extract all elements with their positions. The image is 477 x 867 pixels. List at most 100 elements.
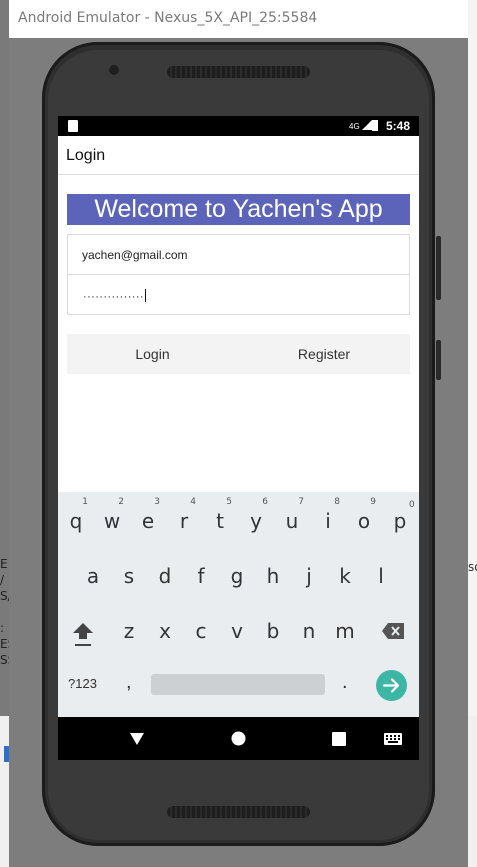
key-i[interactable]: i8 bbox=[311, 497, 345, 543]
key-x[interactable]: x bbox=[148, 609, 182, 653]
key-w-hint: 2 bbox=[118, 497, 124, 507]
key-e[interactable]: e3 bbox=[131, 497, 165, 543]
backspace-key[interactable] bbox=[381, 622, 405, 645]
recents-square-icon bbox=[332, 731, 346, 746]
key-w-label: w bbox=[103, 509, 121, 533]
key-o[interactable]: o9 bbox=[347, 497, 381, 543]
key-m-label: m bbox=[335, 619, 355, 643]
key-p-label: p bbox=[393, 509, 407, 533]
key-g[interactable]: g bbox=[220, 554, 254, 598]
back-nav-button[interactable] bbox=[118, 717, 156, 760]
key-o-hint: 9 bbox=[370, 497, 376, 507]
soft-keyboard: q1w2e3r4t5y6u7i8o9p0 asdfghjkl zxcvbnm ?… bbox=[58, 492, 419, 717]
key-u-hint: 7 bbox=[298, 497, 304, 507]
key-v[interactable]: v bbox=[220, 609, 254, 653]
key-m[interactable]: m bbox=[328, 609, 362, 653]
key-f-label: f bbox=[197, 564, 205, 588]
key-a[interactable]: a bbox=[76, 554, 110, 598]
key-t[interactable]: t5 bbox=[203, 497, 237, 543]
key-u[interactable]: u7 bbox=[275, 497, 309, 543]
key-f[interactable]: f bbox=[184, 554, 218, 598]
login-button[interactable]: Login bbox=[67, 334, 238, 374]
app-bar: Login bbox=[58, 136, 419, 175]
password-field[interactable]: ··············· bbox=[67, 274, 410, 315]
key-c[interactable]: c bbox=[184, 609, 218, 653]
key-l-label: l bbox=[378, 564, 384, 588]
key-z[interactable]: z bbox=[112, 609, 146, 653]
symbols-key[interactable]: ?123 bbox=[68, 674, 97, 694]
home-nav-button[interactable] bbox=[219, 717, 257, 760]
email-input[interactable] bbox=[68, 235, 409, 274]
key-q-hint: 1 bbox=[82, 497, 88, 507]
email-field[interactable] bbox=[67, 234, 410, 275]
key-i-label: i bbox=[325, 509, 331, 533]
key-b[interactable]: b bbox=[256, 609, 290, 653]
background-text-fragment: so bbox=[468, 560, 477, 574]
recents-nav-button[interactable] bbox=[320, 717, 358, 760]
key-d[interactable]: d bbox=[148, 554, 182, 598]
backspace-icon bbox=[382, 623, 404, 639]
space-bar[interactable] bbox=[151, 674, 325, 695]
key-b-label: b bbox=[266, 619, 280, 643]
battery-icon bbox=[372, 120, 378, 131]
password-input[interactable]: ··············· bbox=[83, 289, 146, 303]
key-s[interactable]: s bbox=[112, 554, 146, 598]
key-w[interactable]: w2 bbox=[95, 497, 129, 543]
power-button bbox=[436, 340, 441, 380]
keyboard-switch-button[interactable] bbox=[374, 717, 412, 760]
key-h[interactable]: h bbox=[256, 554, 290, 598]
period-key[interactable]: . bbox=[342, 671, 348, 694]
network-signal-icon: 4G bbox=[349, 120, 372, 131]
key-k-label: k bbox=[339, 564, 351, 588]
key-x-label: x bbox=[159, 619, 171, 643]
key-v-label: v bbox=[231, 619, 243, 643]
back-triangle-icon bbox=[130, 732, 144, 745]
key-a-label: a bbox=[86, 564, 100, 588]
key-c-label: c bbox=[195, 619, 207, 643]
comma-key[interactable]: , bbox=[126, 671, 132, 694]
key-r-label: r bbox=[179, 509, 189, 533]
top-speaker-grille bbox=[167, 66, 310, 78]
volume-button bbox=[436, 236, 441, 300]
sd-card-icon bbox=[68, 120, 78, 132]
emulator-title-bar: Android Emulator - Nexus_5X_API_25:5584 bbox=[9, 0, 468, 39]
shift-key[interactable] bbox=[72, 621, 94, 652]
key-n-label: n bbox=[302, 619, 316, 643]
key-u-label: u bbox=[285, 509, 299, 533]
key-r-hint: 4 bbox=[190, 497, 196, 507]
key-t-label: t bbox=[216, 509, 224, 533]
enter-key[interactable] bbox=[376, 670, 407, 701]
arrow-right-icon bbox=[382, 678, 400, 693]
status-bar: 4G 5:48 bbox=[58, 116, 419, 136]
key-n[interactable]: n bbox=[292, 609, 326, 653]
key-i-hint: 8 bbox=[334, 497, 340, 507]
navigation-bar bbox=[58, 717, 419, 760]
window-title: Android Emulator - Nexus_5X_API_25:5584 bbox=[18, 10, 318, 26]
key-q[interactable]: q1 bbox=[59, 497, 93, 543]
key-o-label: o bbox=[357, 509, 371, 533]
key-e-label: e bbox=[141, 509, 155, 533]
key-l[interactable]: l bbox=[364, 554, 398, 598]
front-camera bbox=[109, 65, 119, 75]
button-row: Login Register bbox=[67, 334, 410, 374]
page-title: Login bbox=[66, 147, 106, 164]
keyboard-icon bbox=[384, 732, 402, 745]
key-s-label: s bbox=[123, 564, 135, 588]
key-h-label: h bbox=[266, 564, 280, 588]
key-y[interactable]: y6 bbox=[239, 497, 273, 543]
key-j-label: j bbox=[306, 564, 312, 588]
home-circle-icon bbox=[231, 731, 245, 746]
key-q-label: q bbox=[69, 509, 83, 533]
shift-arrow-icon bbox=[73, 623, 93, 646]
key-r[interactable]: r4 bbox=[167, 497, 201, 543]
key-g-label: g bbox=[230, 564, 244, 588]
key-t-hint: 5 bbox=[226, 497, 232, 507]
key-y-hint: 6 bbox=[262, 497, 268, 507]
key-d-label: d bbox=[158, 564, 172, 588]
bottom-speaker-grille bbox=[167, 806, 310, 818]
register-button[interactable]: Register bbox=[238, 334, 410, 374]
key-j[interactable]: j bbox=[292, 554, 326, 598]
device-screen: 4G 5:48 Login Welcome to Yachen's App ··… bbox=[58, 116, 419, 760]
key-z-label: z bbox=[123, 619, 135, 643]
key-k[interactable]: k bbox=[328, 554, 362, 598]
